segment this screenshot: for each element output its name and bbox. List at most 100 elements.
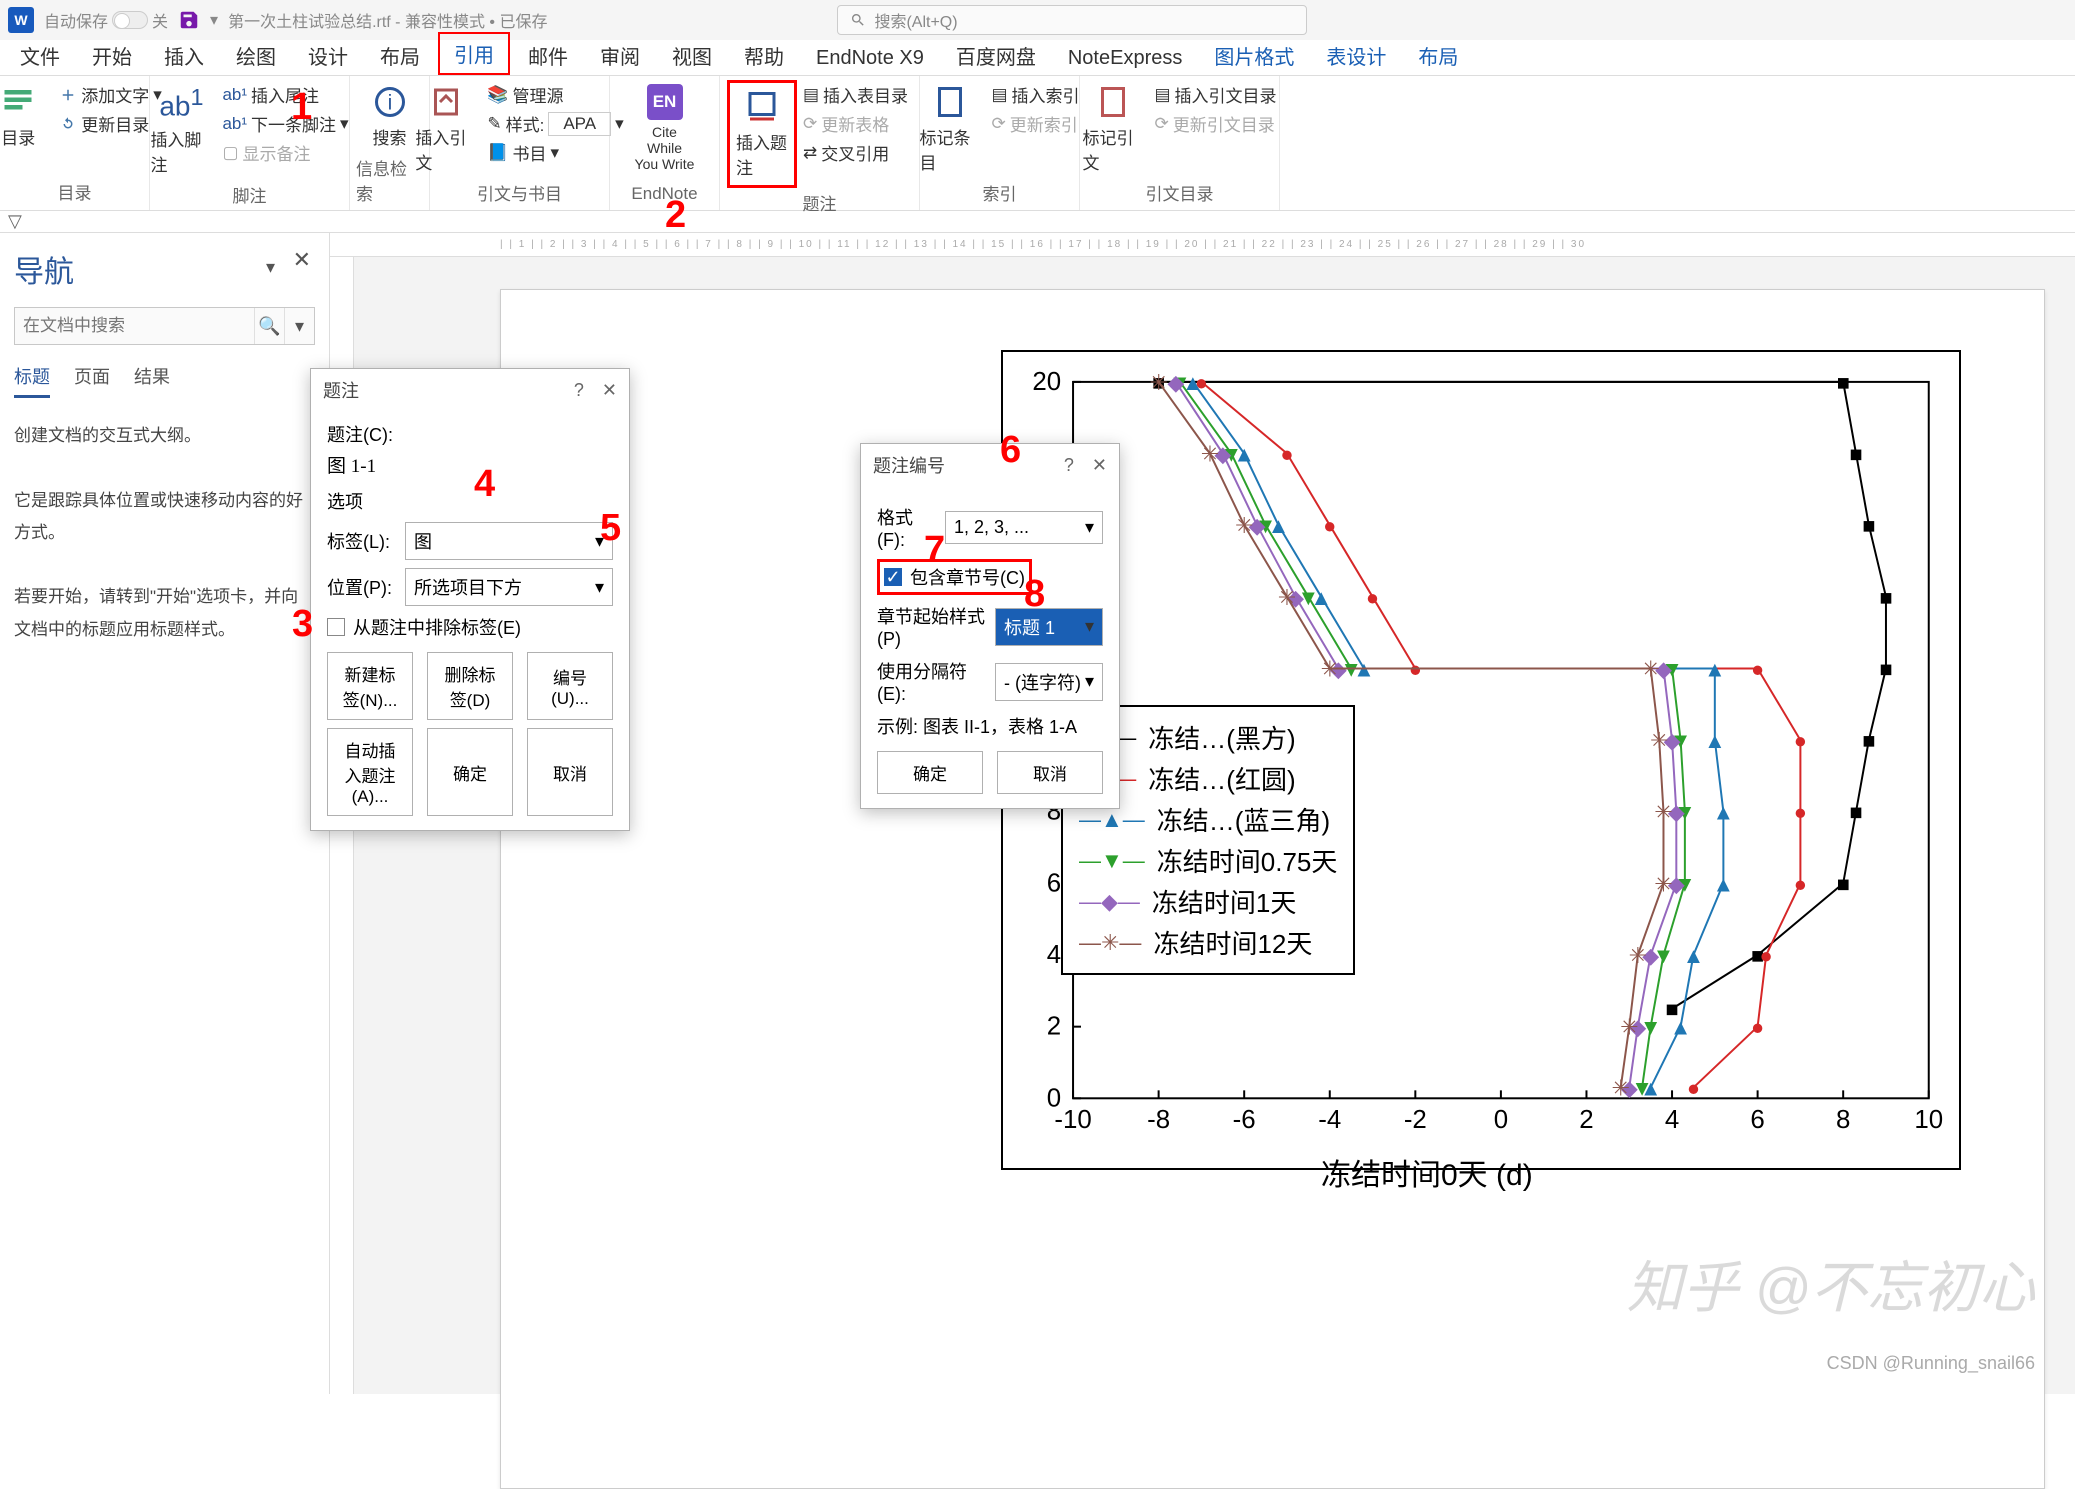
insert-caption-button[interactable]: 插入题注 <box>727 80 797 188</box>
help-icon[interactable]: ? <box>1064 455 1074 476</box>
cancel-button[interactable]: 取消 <box>527 728 613 816</box>
style-dropdown[interactable]: ✎样式:APA▾ <box>483 109 627 138</box>
plus-icon <box>59 86 77 104</box>
tab-帮助[interactable]: 帮助 <box>730 36 798 75</box>
caption-field[interactable]: 图 1-1 <box>327 451 613 478</box>
help-icon[interactable]: ? <box>574 380 584 401</box>
ribbon-tabs: 文件开始插入绘图设计布局引用邮件审阅视图帮助EndNote X9百度网盘Note… <box>0 40 2075 76</box>
update-toa-button[interactable]: ⟳更新引文目录 <box>1150 109 1280 138</box>
svg-text:4: 4 <box>1665 1106 1679 1134</box>
tab-EndNote X9[interactable]: EndNote X9 <box>802 42 938 75</box>
tab-设计[interactable]: 设计 <box>294 36 362 75</box>
svg-text:■: ■ <box>1879 656 1892 681</box>
annotation-8: 8 <box>1024 573 1045 616</box>
format-combo[interactable]: 1, 2, 3, ...▾ <box>945 511 1103 544</box>
ok-button[interactable]: 确定 <box>427 728 513 816</box>
svg-text:✳: ✳ <box>1201 442 1219 467</box>
tab-百度网盘[interactable]: 百度网盘 <box>942 36 1050 75</box>
autosave-toggle[interactable]: 自动保存 关 <box>44 8 168 32</box>
auto-caption-button[interactable]: 自动插入题注(A)... <box>327 728 413 816</box>
manage-sources-button[interactable]: 📚管理源 <box>483 80 627 109</box>
annotation-3: 3 <box>292 603 313 646</box>
svg-text:●: ● <box>1687 1076 1700 1101</box>
tab-引用[interactable]: 引用 <box>438 32 510 75</box>
new-label-button[interactable]: 新建标签(N)... <box>327 652 413 720</box>
tab-审阅[interactable]: 审阅 <box>586 36 654 75</box>
save-icon[interactable] <box>178 9 200 31</box>
insert-toa-button[interactable]: ▤插入引文目录 <box>1150 80 1280 109</box>
cancel-button[interactable]: 取消 <box>997 751 1103 794</box>
svg-text:■: ■ <box>1837 370 1850 395</box>
tab-图片格式[interactable]: 图片格式 <box>1200 36 1308 75</box>
tab-插入[interactable]: 插入 <box>150 36 218 75</box>
toc-button[interactable]: 目录 <box>0 80 53 153</box>
more-icon[interactable]: ▾ <box>210 10 218 30</box>
insert-index-button[interactable]: ▤插入索引 <box>987 80 1083 109</box>
show-notes-button[interactable]: ▢显示备注 <box>218 138 352 167</box>
insert-tof-button[interactable]: ▤插入表目录 <box>799 80 912 109</box>
close-icon[interactable]: ✕ <box>1092 455 1107 476</box>
nav-dropdown-icon[interactable]: ▾ <box>266 257 275 278</box>
tab-布局[interactable]: 布局 <box>1404 36 1472 75</box>
svg-text:-8: -8 <box>1147 1106 1170 1134</box>
tab-布局[interactable]: 布局 <box>366 36 434 75</box>
mark-entry-button[interactable]: 标记条目 <box>915 80 985 178</box>
nav-search[interactable]: 🔍 ▾ <box>14 307 315 345</box>
numbering-button[interactable]: 编号(U)... <box>527 652 613 720</box>
mark-citation-button[interactable]: 标记引文 <box>1078 80 1148 178</box>
include-chapter-checkbox[interactable]: ✓ <box>884 568 902 586</box>
close-icon[interactable]: ✕ <box>602 380 617 401</box>
dropdown-icon[interactable]: ▾ <box>284 308 314 344</box>
tab-文件[interactable]: 文件 <box>6 36 74 75</box>
insert-citation-button[interactable]: 插入引文 <box>411 80 481 178</box>
label-combo[interactable]: 图▾ <box>405 522 613 560</box>
annotation-1: 1 <box>291 86 312 129</box>
nav-search-input[interactable] <box>15 308 254 344</box>
svg-text:✳: ✳ <box>1612 1076 1630 1101</box>
horizontal-ruler[interactable]: | | 1 | | 2 | | 3 | | 4 | | 5 | | 6 | | … <box>330 233 2075 257</box>
tab-NoteExpress[interactable]: NoteExpress <box>1054 42 1197 75</box>
search-box[interactable]: 搜索(Alt+Q) <box>837 5 1307 35</box>
svg-text:✳: ✳ <box>1641 656 1659 681</box>
collapse-bar[interactable]: ▽ <box>0 211 2075 233</box>
svg-text:■: ■ <box>1837 871 1850 896</box>
svg-text:8: 8 <box>1836 1106 1850 1134</box>
update-index-button[interactable]: ⟳更新索引 <box>987 109 1083 138</box>
tab-邮件[interactable]: 邮件 <box>514 36 582 75</box>
caption-numbering-dialog: 题注编号 ?✕ 格式(F): 1, 2, 3, ...▾ ✓ 包含章节号(C) … <box>860 443 1120 809</box>
separator-combo[interactable]: - (连字符)▾ <box>995 663 1103 701</box>
svg-text:✳: ✳ <box>1654 871 1672 896</box>
delete-label-button[interactable]: 删除标签(D) <box>427 652 513 720</box>
endnote-cwyw-button[interactable]: ENCite While You Write <box>630 80 700 176</box>
insert-footnote-button[interactable]: ab1插入脚注 <box>146 80 216 180</box>
update-table-button[interactable]: ⟳更新表格 <box>799 109 912 138</box>
example-text: 示例: 图表 II-1，表格 1-A <box>877 713 1103 739</box>
search-icon[interactable]: 🔍 <box>254 308 284 344</box>
svg-text:-6: -6 <box>1233 1106 1256 1134</box>
tab-开始[interactable]: 开始 <box>78 36 146 75</box>
nav-tab-标题[interactable]: 标题 <box>14 363 50 398</box>
start-style-combo[interactable]: 标题 1▾ <box>995 608 1103 646</box>
svg-text:-2: -2 <box>1404 1106 1427 1134</box>
tab-绘图[interactable]: 绘图 <box>222 36 290 75</box>
svg-text:●: ● <box>1751 656 1764 681</box>
bibliography-button[interactable]: 📘书目▾ <box>483 138 627 167</box>
caption-label: 题注(C): <box>327 421 613 447</box>
nav-tab-页面[interactable]: 页面 <box>74 363 110 398</box>
ok-button[interactable]: 确定 <box>877 751 983 794</box>
insert-endnote-button[interactable]: ab¹插入尾注 <box>218 80 352 109</box>
svg-text:■: ■ <box>1879 585 1892 610</box>
tab-表设计[interactable]: 表设计 <box>1312 36 1400 75</box>
svg-text:■: ■ <box>1849 800 1862 825</box>
svg-text:✳: ✳ <box>1321 656 1339 681</box>
next-footnote-button[interactable]: ab¹下一条脚注▾ <box>218 109 352 138</box>
tab-视图[interactable]: 视图 <box>658 36 726 75</box>
search-icon <box>850 12 866 28</box>
caption-dialog: 题注 ?✕ 题注(C): 图 1-1 选项 标签(L): 图▾ 位置(P): 所… <box>310 368 630 831</box>
exclude-checkbox[interactable] <box>327 618 345 636</box>
nav-tab-结果[interactable]: 结果 <box>134 363 170 398</box>
nav-close-icon[interactable]: ✕ <box>293 247 311 273</box>
cross-ref-button[interactable]: ⇄交叉引用 <box>799 138 912 167</box>
position-combo[interactable]: 所选项目下方▾ <box>405 568 613 606</box>
chart-xlabel: 冻结时间0天 (d) <box>1321 1150 1533 1194</box>
